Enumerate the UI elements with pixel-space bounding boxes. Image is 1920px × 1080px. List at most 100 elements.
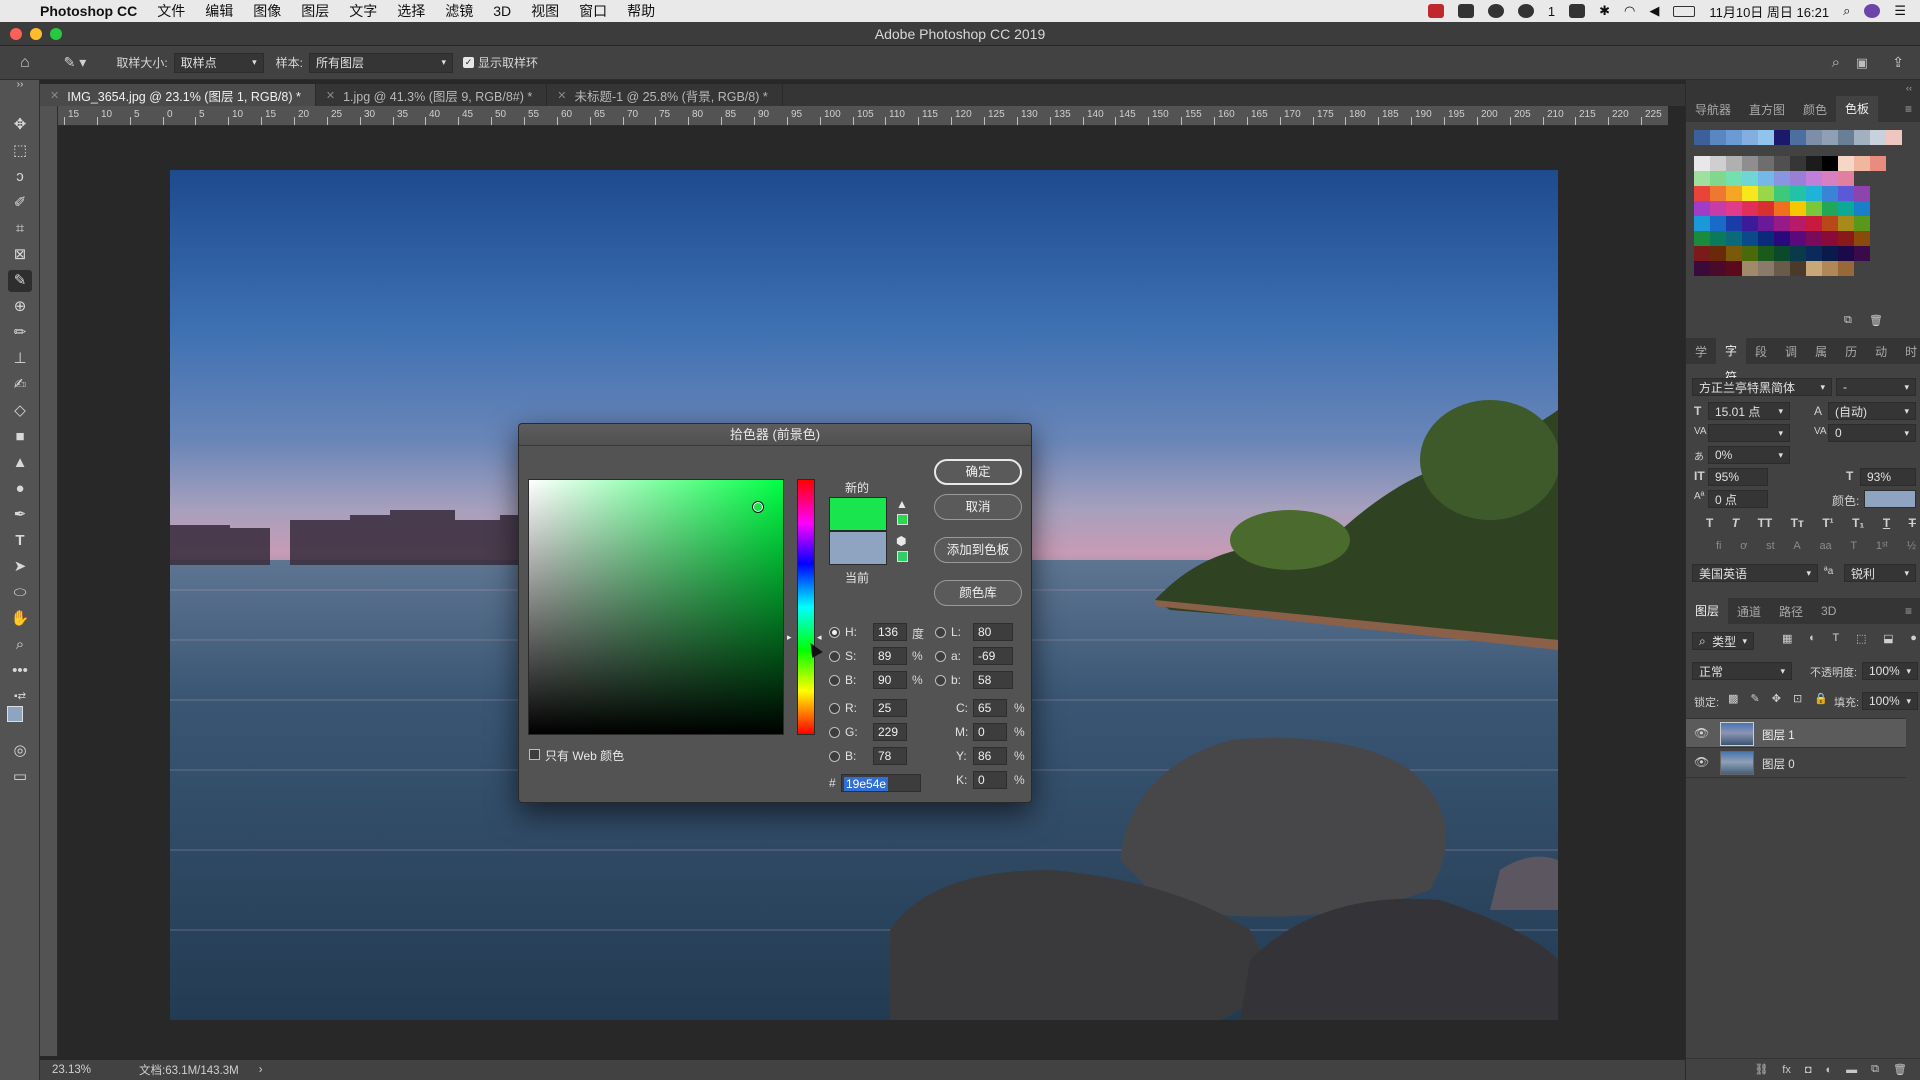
tab-actions[interactable]: 动	[1866, 343, 1896, 360]
panel-menu-icon[interactable]: ≡	[1896, 102, 1920, 116]
tab-properties[interactable]: 属	[1806, 343, 1836, 360]
swatch[interactable]	[1854, 216, 1870, 231]
swatch[interactable]	[1710, 130, 1726, 145]
antialias-select[interactable]: 锐利 ▾	[1844, 564, 1916, 582]
pen-tool-icon[interactable]: ✒	[8, 504, 32, 526]
close-tab-icon[interactable]: ✕	[326, 89, 335, 102]
swatch[interactable]	[1774, 261, 1790, 276]
tab-character[interactable]: 字符	[1716, 338, 1747, 384]
sync-icon[interactable]	[1487, 4, 1504, 18]
swatch[interactable]	[1774, 231, 1790, 246]
clone-stamp-tool-icon[interactable]: ⊥	[8, 348, 32, 370]
swatch[interactable]	[1790, 156, 1806, 171]
frame-tool-icon[interactable]: ⊠	[8, 244, 32, 266]
swatch[interactable]	[1726, 231, 1742, 246]
swatch[interactable]	[1774, 216, 1790, 231]
swatch[interactable]	[1854, 186, 1870, 201]
layer-name[interactable]: 图层 1	[1762, 727, 1795, 743]
tracking-field[interactable]: 0 ▾	[1828, 424, 1916, 442]
lock-position-icon[interactable]: ✥	[1772, 692, 1781, 708]
swatch[interactable]	[1694, 216, 1710, 231]
swatch[interactable]	[1822, 231, 1838, 246]
wifi-icon[interactable]: ◠	[1624, 3, 1635, 19]
trash-icon[interactable]: 🗑	[1869, 314, 1883, 327]
battery-icon[interactable]	[1673, 5, 1696, 17]
swatch[interactable]	[1774, 156, 1790, 171]
fractions-icon[interactable]: ½	[1907, 540, 1916, 556]
swatch[interactable]	[1854, 156, 1870, 171]
text-color-swatch[interactable]	[1864, 490, 1916, 508]
swatch[interactable]	[1742, 261, 1758, 276]
baseline-shift-field[interactable]: 0 点	[1708, 490, 1768, 508]
swatch[interactable]	[1742, 186, 1758, 201]
swatch[interactable]	[1806, 261, 1822, 276]
swatch[interactable]	[1694, 186, 1710, 201]
web-safe-warning-icon[interactable]: ⬢	[896, 534, 906, 548]
swatch[interactable]	[1790, 246, 1806, 261]
hue-radio[interactable]	[829, 627, 840, 638]
swatch[interactable]	[1790, 130, 1806, 145]
swatch[interactable]	[1838, 130, 1854, 145]
add-to-swatches-button[interactable]: 添加到色板	[934, 537, 1022, 563]
home-icon[interactable]: ⌂	[20, 54, 30, 72]
swatch[interactable]	[1854, 130, 1870, 145]
tab-timeline[interactable]: 时	[1896, 343, 1920, 360]
filter-toggle-icon[interactable]: ●	[1910, 632, 1917, 650]
menu-image[interactable]: 图像	[253, 1, 281, 21]
new-swatch-icon[interactable]: ⧉	[1844, 314, 1852, 327]
zoom-level[interactable]: 23.13%	[52, 1064, 91, 1076]
swatch[interactable]	[1870, 130, 1886, 145]
swatch[interactable]	[1710, 171, 1726, 186]
brightness-radio[interactable]	[829, 675, 840, 686]
pixel-filter-icon[interactable]: ▦	[1782, 632, 1792, 650]
panel-menu-icon[interactable]: ≡	[1896, 604, 1920, 618]
swatch[interactable]	[1742, 130, 1758, 145]
layer-filter-select[interactable]: ⌕ 类型 ▾	[1692, 632, 1754, 650]
swatch[interactable]	[1726, 171, 1742, 186]
all-caps-icon[interactable]: TT	[1758, 516, 1773, 532]
shape-tool-icon[interactable]: ⬭	[8, 582, 32, 604]
swatch[interactable]	[1694, 261, 1710, 276]
yellow-field[interactable]: 86	[973, 747, 1007, 765]
swatch[interactable]	[1726, 261, 1742, 276]
tab-histogram[interactable]: 直方图	[1740, 101, 1794, 118]
screen-mode-icon[interactable]: ▭	[8, 766, 32, 788]
swatch[interactable]	[1694, 246, 1710, 261]
swatch[interactable]	[1806, 216, 1822, 231]
swatch[interactable]	[1886, 130, 1902, 145]
swatch[interactable]	[1774, 201, 1790, 216]
menu-window[interactable]: 窗口	[579, 1, 607, 21]
tab-navigator[interactable]: 导航器	[1686, 101, 1740, 118]
swatch[interactable]	[1806, 186, 1822, 201]
tab-paragraph[interactable]: 段	[1746, 343, 1776, 360]
menu-3d[interactable]: 3D	[493, 3, 511, 19]
saturation-brightness-field[interactable]	[528, 479, 784, 735]
swatch[interactable]	[1790, 186, 1806, 201]
vertical-ruler[interactable]	[40, 106, 58, 1056]
marquee-tool-icon[interactable]: ⬚	[8, 140, 32, 162]
saturation-field[interactable]: 89	[873, 647, 907, 665]
superscript-icon[interactable]: T¹	[1822, 516, 1833, 532]
volume-icon[interactable]: ◀	[1649, 3, 1659, 19]
menu-help[interactable]: 帮助	[627, 1, 655, 21]
swatch[interactable]	[1742, 216, 1758, 231]
lock-artboard-icon[interactable]: ⊡	[1793, 692, 1802, 708]
tsume-field[interactable]: 0% ▾	[1708, 446, 1790, 464]
add-mask-icon[interactable]: ◘	[1805, 1064, 1812, 1076]
bluetooth-icon[interactable]: ✱	[1599, 3, 1610, 19]
chevron-right-icon[interactable]: ›	[259, 1064, 263, 1076]
language-select[interactable]: 美国英语 ▾	[1692, 564, 1818, 582]
swatch[interactable]	[1758, 246, 1774, 261]
history-brush-tool-icon[interactable]: ✍	[8, 374, 32, 396]
layer-row[interactable]: 👁 图层 1	[1686, 718, 1906, 748]
vertical-scale-field[interactable]: 95%	[1708, 468, 1768, 486]
swatch[interactable]	[1758, 216, 1774, 231]
path-select-tool-icon[interactable]: ➤	[8, 556, 32, 578]
swatch[interactable]	[1710, 246, 1726, 261]
tab-history[interactable]: 历	[1836, 343, 1866, 360]
swatch[interactable]	[1790, 261, 1806, 276]
menu-filter[interactable]: 滤镜	[445, 1, 473, 21]
opacity-field[interactable]: 100% ▾	[1862, 662, 1918, 680]
menu-type[interactable]: 文字	[349, 1, 377, 21]
cloud-icon[interactable]	[1457, 4, 1474, 18]
